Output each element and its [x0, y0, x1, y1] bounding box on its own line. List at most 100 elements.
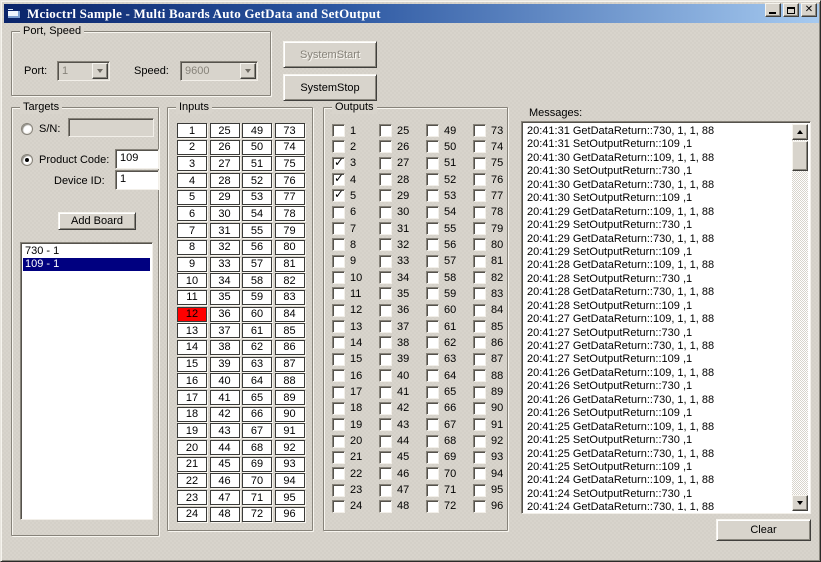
output-checkbox-69[interactable]: ✓ [426, 451, 439, 464]
output-checkbox-90[interactable]: ✓ [473, 402, 486, 415]
output-checkbox-37[interactable]: ✓ [379, 320, 392, 333]
input-cell-94[interactable]: 94 [275, 473, 305, 488]
output-checkbox-15[interactable]: ✓ [332, 353, 345, 366]
input-cell-21[interactable]: 21 [177, 457, 207, 472]
output-checkbox-16[interactable]: ✓ [332, 369, 345, 382]
output-checkbox-3[interactable]: ✓ [332, 157, 345, 170]
input-cell-66[interactable]: 66 [242, 407, 272, 422]
output-checkbox-92[interactable]: ✓ [473, 435, 486, 448]
input-cell-5[interactable]: 5 [177, 190, 207, 205]
input-cell-13[interactable]: 13 [177, 323, 207, 338]
input-cell-15[interactable]: 15 [177, 357, 207, 372]
input-cell-46[interactable]: 46 [210, 473, 240, 488]
input-cell-3[interactable]: 3 [177, 156, 207, 171]
output-checkbox-21[interactable]: ✓ [332, 451, 345, 464]
system-start-button[interactable]: SystemStart [283, 41, 377, 68]
input-cell-17[interactable]: 17 [177, 390, 207, 405]
scrollbar-thumb[interactable] [792, 141, 808, 171]
minimize-button[interactable] [765, 3, 781, 17]
input-cell-37[interactable]: 37 [210, 323, 240, 338]
input-cell-45[interactable]: 45 [210, 457, 240, 472]
input-cell-20[interactable]: 20 [177, 440, 207, 455]
input-cell-8[interactable]: 8 [177, 240, 207, 255]
output-checkbox-49[interactable]: ✓ [426, 124, 439, 137]
output-checkbox-76[interactable]: ✓ [473, 173, 486, 186]
input-cell-4[interactable]: 4 [177, 173, 207, 188]
output-checkbox-61[interactable]: ✓ [426, 320, 439, 333]
output-checkbox-24[interactable]: ✓ [332, 500, 345, 513]
input-cell-43[interactable]: 43 [210, 423, 240, 438]
input-cell-93[interactable]: 93 [275, 457, 305, 472]
output-checkbox-60[interactable]: ✓ [426, 304, 439, 317]
messages-scrollbar[interactable] [792, 124, 808, 511]
scroll-down-button[interactable] [792, 495, 808, 511]
input-cell-22[interactable]: 22 [177, 473, 207, 488]
output-checkbox-56[interactable]: ✓ [426, 238, 439, 251]
output-checkbox-93[interactable]: ✓ [473, 451, 486, 464]
output-checkbox-39[interactable]: ✓ [379, 353, 392, 366]
input-cell-36[interactable]: 36 [210, 307, 240, 322]
input-cell-18[interactable]: 18 [177, 407, 207, 422]
output-checkbox-13[interactable]: ✓ [332, 320, 345, 333]
input-cell-7[interactable]: 7 [177, 223, 207, 238]
input-cell-61[interactable]: 61 [242, 323, 272, 338]
output-checkbox-26[interactable]: ✓ [379, 140, 392, 153]
output-checkbox-40[interactable]: ✓ [379, 369, 392, 382]
output-checkbox-11[interactable]: ✓ [332, 287, 345, 300]
input-cell-48[interactable]: 48 [210, 507, 240, 522]
input-cell-34[interactable]: 34 [210, 273, 240, 288]
input-cell-80[interactable]: 80 [275, 240, 305, 255]
input-cell-2[interactable]: 2 [177, 140, 207, 155]
output-checkbox-79[interactable]: ✓ [473, 222, 486, 235]
output-checkbox-10[interactable]: ✓ [332, 271, 345, 284]
output-checkbox-77[interactable]: ✓ [473, 189, 486, 202]
output-checkbox-55[interactable]: ✓ [426, 222, 439, 235]
input-cell-26[interactable]: 26 [210, 140, 240, 155]
output-checkbox-27[interactable]: ✓ [379, 157, 392, 170]
input-cell-91[interactable]: 91 [275, 423, 305, 438]
output-checkbox-41[interactable]: ✓ [379, 386, 392, 399]
output-checkbox-84[interactable]: ✓ [473, 304, 486, 317]
output-checkbox-53[interactable]: ✓ [426, 189, 439, 202]
input-cell-1[interactable]: 1 [177, 123, 207, 138]
output-checkbox-63[interactable]: ✓ [426, 353, 439, 366]
output-checkbox-78[interactable]: ✓ [473, 206, 486, 219]
input-cell-81[interactable]: 81 [275, 257, 305, 272]
input-cell-79[interactable]: 79 [275, 223, 305, 238]
output-checkbox-18[interactable]: ✓ [332, 402, 345, 415]
boards-listbox[interactable]: 730 - 1109 - 1 [20, 242, 153, 520]
input-cell-6[interactable]: 6 [177, 206, 207, 221]
input-cell-52[interactable]: 52 [242, 173, 272, 188]
input-cell-95[interactable]: 95 [275, 490, 305, 505]
input-cell-90[interactable]: 90 [275, 407, 305, 422]
output-checkbox-34[interactable]: ✓ [379, 271, 392, 284]
output-checkbox-25[interactable]: ✓ [379, 124, 392, 137]
input-cell-38[interactable]: 38 [210, 340, 240, 355]
input-cell-76[interactable]: 76 [275, 173, 305, 188]
input-cell-82[interactable]: 82 [275, 273, 305, 288]
sn-radio[interactable] [21, 123, 33, 135]
output-checkbox-30[interactable]: ✓ [379, 206, 392, 219]
input-cell-68[interactable]: 68 [242, 440, 272, 455]
input-cell-49[interactable]: 49 [242, 123, 272, 138]
input-cell-10[interactable]: 10 [177, 273, 207, 288]
output-checkbox-14[interactable]: ✓ [332, 336, 345, 349]
output-checkbox-23[interactable]: ✓ [332, 484, 345, 497]
input-cell-73[interactable]: 73 [275, 123, 305, 138]
output-checkbox-75[interactable]: ✓ [473, 157, 486, 170]
input-cell-32[interactable]: 32 [210, 240, 240, 255]
output-checkbox-65[interactable]: ✓ [426, 386, 439, 399]
output-checkbox-38[interactable]: ✓ [379, 336, 392, 349]
output-checkbox-52[interactable]: ✓ [426, 173, 439, 186]
input-cell-35[interactable]: 35 [210, 290, 240, 305]
input-cell-88[interactable]: 88 [275, 373, 305, 388]
output-checkbox-68[interactable]: ✓ [426, 435, 439, 448]
product-code-radio[interactable] [21, 154, 33, 166]
output-checkbox-96[interactable]: ✓ [473, 500, 486, 513]
input-cell-12[interactable]: 12 [177, 307, 207, 322]
scroll-up-button[interactable] [792, 124, 808, 140]
input-cell-75[interactable]: 75 [275, 156, 305, 171]
input-cell-87[interactable]: 87 [275, 357, 305, 372]
output-checkbox-62[interactable]: ✓ [426, 336, 439, 349]
output-checkbox-2[interactable]: ✓ [332, 140, 345, 153]
